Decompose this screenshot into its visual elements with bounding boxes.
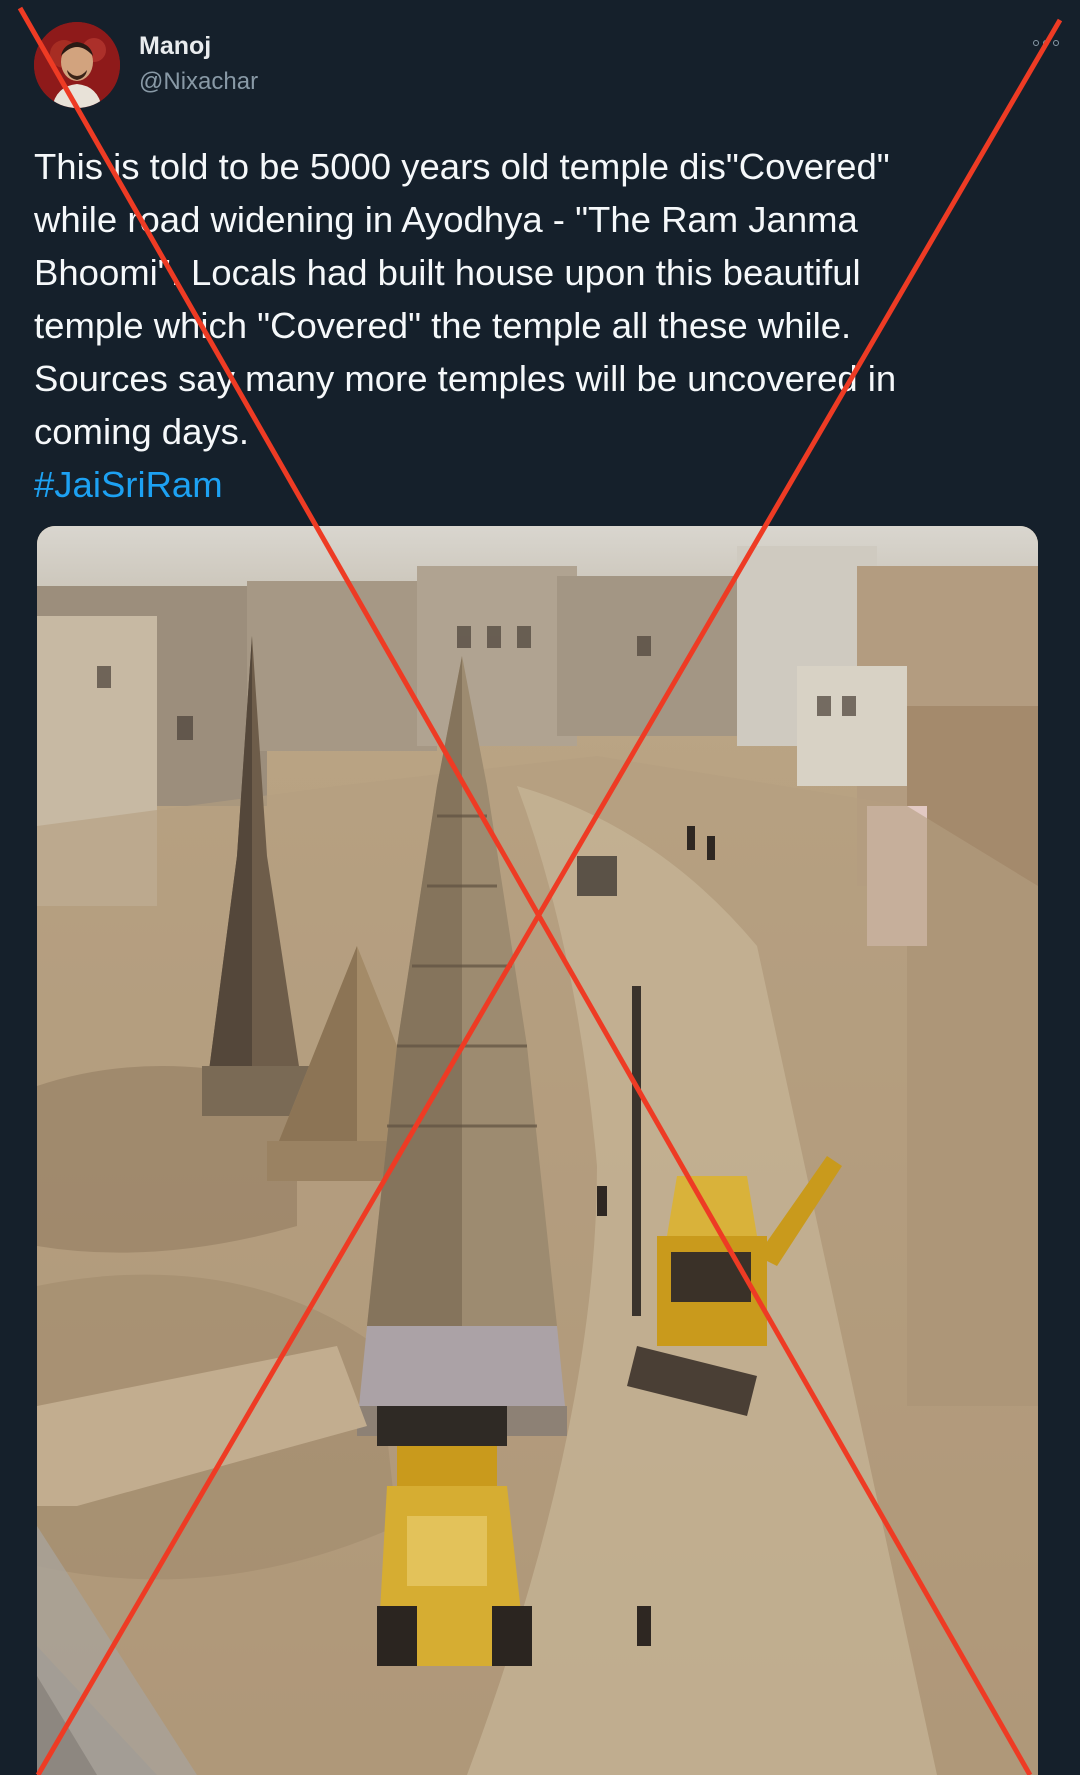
tweet-text: This is told to be 5000 years old temple…: [34, 146, 897, 452]
demolition-site-photo: [37, 526, 1038, 1775]
avatar[interactable]: [34, 22, 120, 108]
author-handle[interactable]: @Nixachar: [139, 68, 258, 96]
dot-icon: [1053, 40, 1059, 46]
dot-icon: [1043, 40, 1049, 46]
hashtag-link[interactable]: #JaiSriRam: [34, 458, 223, 511]
author-name[interactable]: Manoj: [139, 32, 211, 61]
tweet-photo[interactable]: [37, 526, 1038, 1775]
tweet-card: Manoj @Nixachar This is told to be 5000 …: [0, 0, 1080, 1775]
avatar-image: [34, 22, 120, 108]
dot-icon: [1033, 40, 1039, 46]
more-options-icon[interactable]: [1028, 36, 1064, 50]
